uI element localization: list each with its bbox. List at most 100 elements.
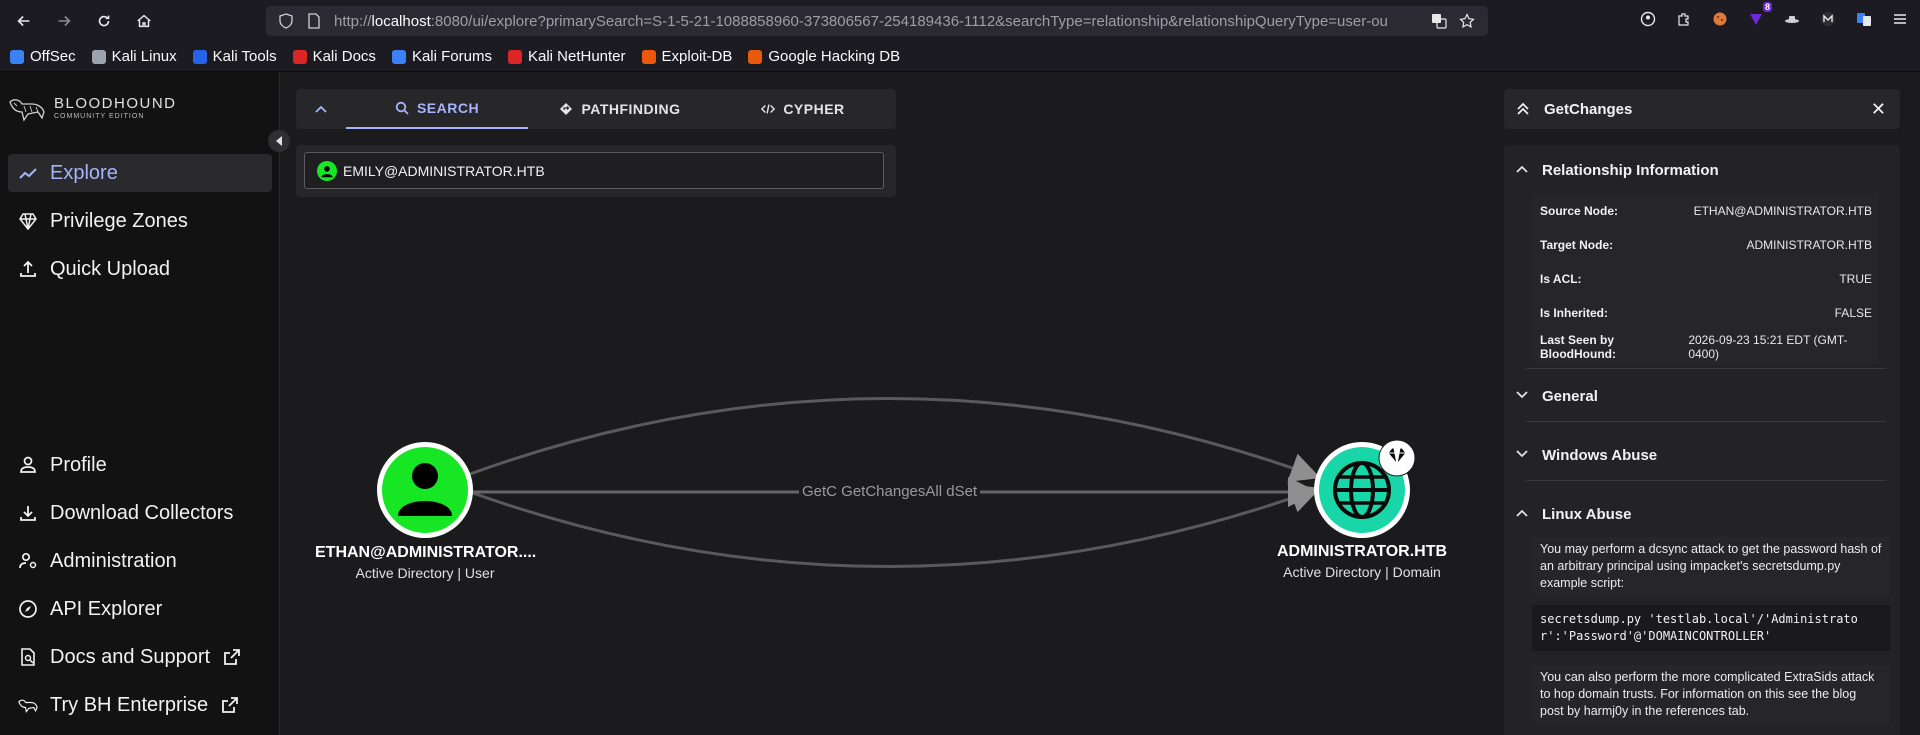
- brand-edition: COMMUNITY EDITION: [54, 113, 145, 120]
- prop-key: Is ACL:: [1540, 272, 1582, 286]
- reload-icon[interactable]: [86, 5, 122, 37]
- nav-profile[interactable]: Profile: [8, 446, 272, 484]
- edge-info-header: GetChanges ✕: [1504, 89, 1900, 129]
- chevron-up-icon: [315, 105, 327, 113]
- section-linux-abuse[interactable]: Linux Abuse: [1516, 500, 1888, 528]
- nav-docs-support[interactable]: Docs and Support: [8, 638, 272, 676]
- nav-quick-upload[interactable]: Quick Upload: [8, 250, 272, 288]
- nav-administration[interactable]: Administration: [8, 542, 272, 580]
- bookmark-item[interactable]: Kali NetHunter: [507, 48, 626, 65]
- translate-extension-icon[interactable]: [1854, 8, 1874, 30]
- code-icon: [761, 104, 776, 114]
- nav-api-explorer[interactable]: API Explorer: [8, 590, 272, 628]
- shield-icon: [279, 13, 293, 29]
- prop-value: ETHAN@ADMINISTRATOR.HTB: [1693, 204, 1872, 218]
- bloodhound-app: BLOODHOUND COMMUNITY EDITION Explore Pri…: [0, 72, 1920, 735]
- nav-privilege-zones-label: Privilege Zones: [50, 209, 188, 232]
- badge-extension-icon[interactable]: 8: [1746, 2, 1772, 30]
- edge-curve-bottom[interactable]: [469, 483, 1321, 568]
- nav-download-collectors[interactable]: Download Collectors: [8, 494, 272, 532]
- section-linux-label: Linux Abuse: [1542, 505, 1632, 523]
- bookmark-item[interactable]: Kali Tools: [192, 48, 277, 65]
- nav-profile-label: Profile: [50, 453, 107, 476]
- explore-search-tabs: SEARCH PATHFINDING CYPHER: [296, 89, 896, 129]
- bookmark-item[interactable]: Google Hacking DB: [748, 48, 900, 65]
- collapse-sidebar-button[interactable]: [268, 130, 290, 152]
- m-extension-icon[interactable]: [1818, 8, 1838, 30]
- bookmark-favicon-icon: [748, 49, 763, 64]
- back-icon[interactable]: [6, 5, 42, 37]
- extensions-icon[interactable]: [1674, 8, 1694, 30]
- prop-target-node: Target Node: ADMINISTRATOR.HTB: [1532, 228, 1878, 262]
- prop-key: Target Node:: [1540, 238, 1614, 252]
- source-node-kind: Active Directory | User: [355, 565, 495, 581]
- prop-value: 2026-09-23 15:21 EDT (GMT-0400): [1688, 333, 1848, 361]
- search-input-card: EMILY@ADMINISTRATOR.HTB: [296, 145, 896, 197]
- forward-icon[interactable]: [46, 5, 82, 37]
- collapse-search-button[interactable]: [296, 89, 346, 129]
- translate-icon[interactable]: [1432, 12, 1454, 30]
- nav-quick-upload-label: Quick Upload: [50, 257, 171, 280]
- target-node-kind: Active Directory | Domain: [1283, 564, 1441, 580]
- bookmark-item[interactable]: OffSec: [10, 48, 76, 65]
- close-icon[interactable]: ✕: [1871, 99, 1886, 120]
- bookmark-favicon-icon: [391, 49, 406, 64]
- edge-label[interactable]: GetC GetChangesAll dSet: [799, 483, 981, 500]
- divider: [1526, 368, 1886, 369]
- compass-icon: [19, 600, 37, 618]
- page-icon: [308, 13, 320, 29]
- chevron-down-icon: [1516, 389, 1530, 403]
- source-node-label: ETHAN@ADMINISTRATOR.... Active Directory…: [315, 544, 536, 581]
- url-host: localhost: [371, 12, 431, 30]
- collapse-all-icon[interactable]: [1516, 102, 1530, 116]
- bookmark-item[interactable]: Kali Docs: [292, 48, 376, 65]
- hound-logo-icon: [9, 99, 45, 122]
- section-windows-abuse[interactable]: Windows Abuse: [1516, 441, 1888, 469]
- tab-cypher[interactable]: CYPHER: [712, 89, 894, 129]
- bookmark-label: Kali Forums: [411, 48, 492, 65]
- bookmark-favicon-icon: [91, 49, 106, 64]
- nav-try-enterprise-label: Try BH Enterprise: [50, 693, 209, 716]
- menu-icon[interactable]: [1890, 8, 1910, 30]
- node-target-domain[interactable]: [1314, 439, 1416, 538]
- tab-search[interactable]: SEARCH: [346, 89, 528, 129]
- section-relationship-info[interactable]: Relationship Information: [1516, 156, 1888, 184]
- tab-cypher-label: CYPHER: [783, 101, 845, 117]
- linux-abuse-code[interactable]: secretsdump.py 'testlab.local'/'Administ…: [1532, 605, 1890, 651]
- hat-icon[interactable]: [1782, 8, 1802, 30]
- bookmark-item[interactable]: Kali Linux: [91, 48, 177, 65]
- search-input-value: EMILY@ADMINISTRATOR.HTB: [343, 162, 545, 179]
- node-source-user[interactable]: [377, 442, 473, 538]
- prop-key: Source Node:: [1540, 204, 1619, 218]
- nav-download-collectors-label: Download Collectors: [50, 501, 234, 524]
- home-icon[interactable]: [126, 5, 162, 37]
- linux-abuse-extrasids: You can also perform the more complicate…: [1532, 665, 1890, 724]
- star-icon[interactable]: [1459, 12, 1482, 30]
- bookmark-label: Google Hacking DB: [768, 48, 901, 65]
- nav-try-enterprise[interactable]: Try BH Enterprise: [8, 686, 272, 724]
- bookmark-item[interactable]: Exploit-DB: [641, 48, 732, 65]
- edge-curve-top[interactable]: [469, 397, 1321, 482]
- bloodhound-logo[interactable]: BLOODHOUND COMMUNITY EDITION: [8, 94, 177, 122]
- download-icon: [20, 506, 36, 521]
- search-input[interactable]: EMILY@ADMINISTRATOR.HTB: [304, 152, 884, 189]
- account-icon[interactable]: [1638, 8, 1658, 30]
- upload-icon: [20, 260, 36, 277]
- target-node-name: ADMINISTRATOR.HTB: [1276, 543, 1448, 560]
- prop-key: Last Seen by BloodHound:: [1540, 333, 1616, 361]
- section-general[interactable]: General: [1516, 382, 1888, 410]
- nav-administration-label: Administration: [50, 549, 177, 572]
- bookmark-favicon-icon: [641, 49, 656, 64]
- bookmark-label: Kali Tools: [212, 48, 277, 65]
- nav-privilege-zones[interactable]: Privilege Zones: [8, 202, 272, 240]
- nav-explore[interactable]: Explore: [8, 154, 272, 192]
- sidebar: BLOODHOUND COMMUNITY EDITION Explore Pri…: [0, 72, 280, 735]
- prop-value: TRUE: [1839, 272, 1872, 286]
- bookmark-item[interactable]: Kali Forums: [391, 48, 492, 65]
- tab-pathfinding[interactable]: PATHFINDING: [528, 89, 712, 129]
- url-bar[interactable]: http://localhost:8080/ui/explore?primary…: [266, 6, 1488, 36]
- target-node-label: ADMINISTRATOR.HTB Active Directory | Dom…: [1252, 543, 1472, 580]
- cookie-icon[interactable]: [1710, 8, 1730, 30]
- bookmark-favicon-icon: [292, 49, 307, 64]
- prop-key: Is Inherited:: [1540, 306, 1609, 320]
